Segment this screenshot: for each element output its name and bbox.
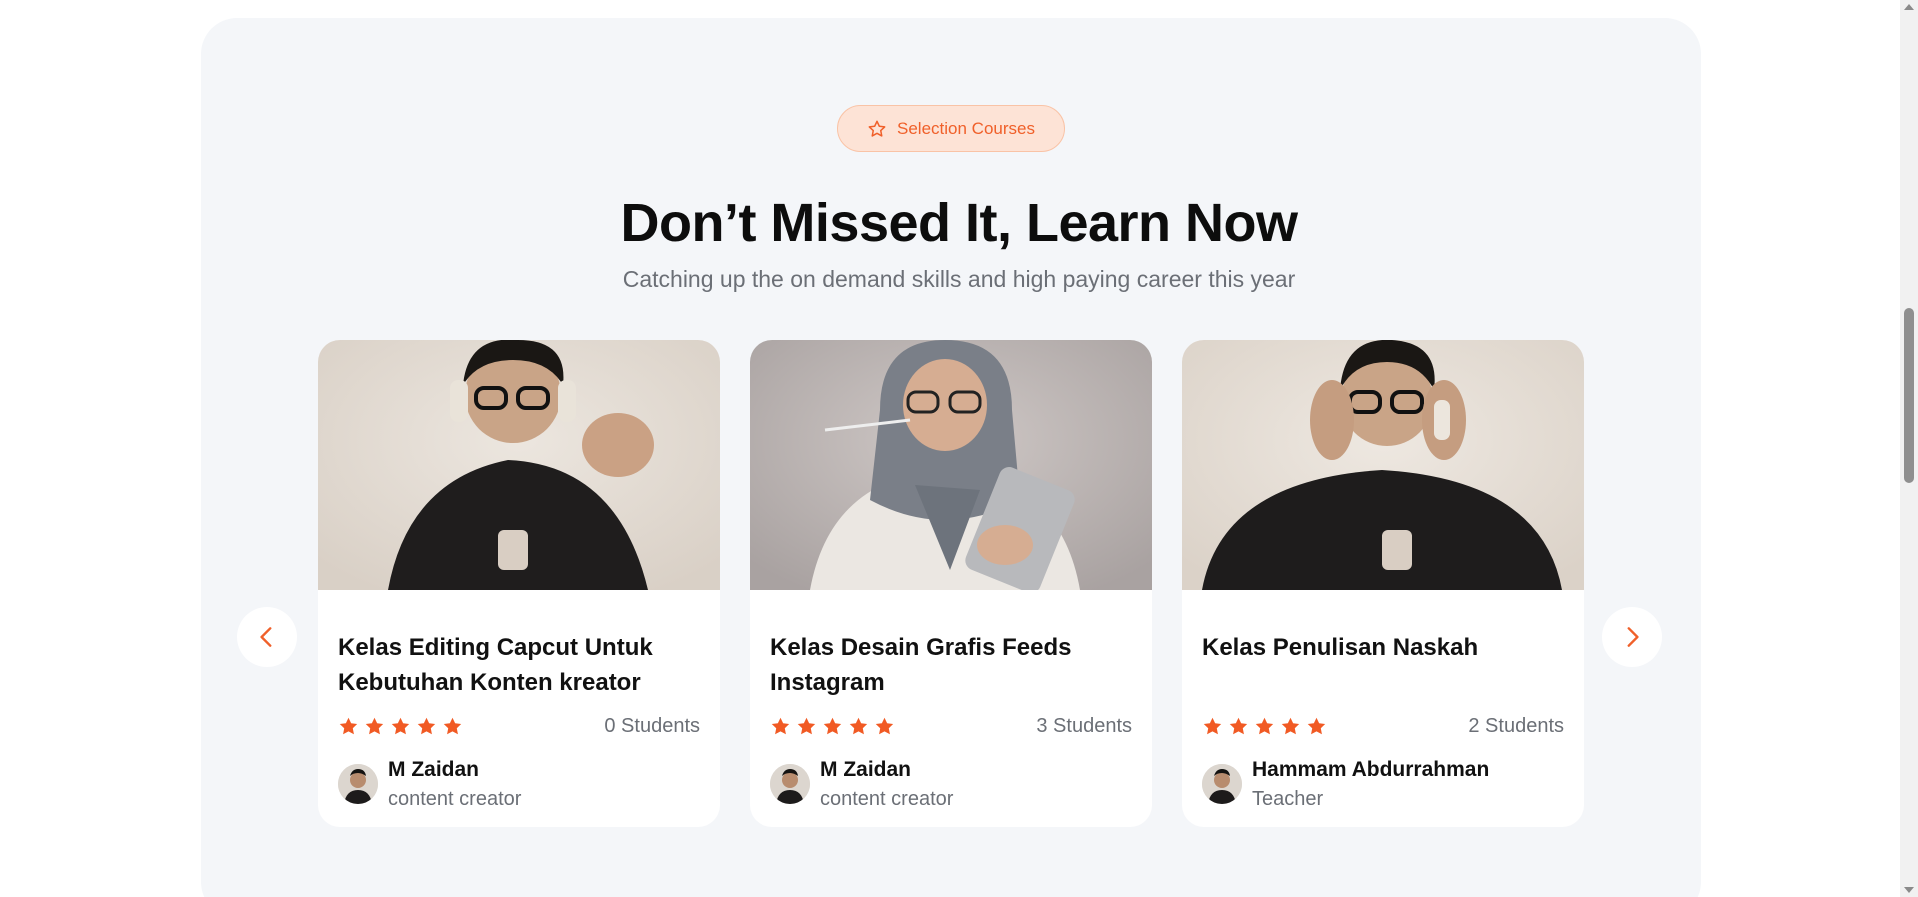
carousel-prev-button[interactable] xyxy=(237,607,297,667)
student-count: 0 Students xyxy=(604,715,700,737)
badge-label: Selection Courses xyxy=(897,118,1035,138)
carousel-next-button[interactable] xyxy=(1602,607,1662,667)
star-icon xyxy=(339,717,358,735)
star-icon xyxy=(365,717,384,735)
student-count: 2 Students xyxy=(1468,715,1564,737)
star-icon xyxy=(823,717,842,735)
course-title[interactable]: Kelas Desain Grafis Feeds Instagram xyxy=(770,630,1130,700)
scrollbar-thumb[interactable] xyxy=(1904,308,1914,483)
star-icon xyxy=(771,717,790,735)
author-role: content creator xyxy=(820,788,954,810)
course-title[interactable]: Kelas Penulisan Naskah xyxy=(1202,630,1562,665)
star-icon xyxy=(1203,717,1222,735)
chevron-left-icon xyxy=(260,627,272,647)
course-thumbnail xyxy=(1182,340,1584,590)
star-icon xyxy=(797,717,816,735)
section-title: Don’t Missed It, Learn Now xyxy=(620,193,1298,253)
avatar xyxy=(338,764,378,804)
star-icon xyxy=(1307,717,1326,735)
star-icon xyxy=(875,717,894,735)
avatar xyxy=(1202,764,1242,804)
course-card[interactable]: Kelas Penulisan Naskah 2 Students Hammam… xyxy=(1182,340,1584,827)
star-icon xyxy=(1255,717,1274,735)
avatar xyxy=(770,764,810,804)
author-name: M Zaidan xyxy=(388,758,480,781)
author-role: Teacher xyxy=(1252,788,1324,810)
scroll-down-arrow-icon[interactable] xyxy=(1904,887,1914,893)
rating-stars xyxy=(1202,716,1327,737)
author-name: Hammam Abdurrahman xyxy=(1252,758,1490,781)
course-card[interactable]: Kelas Editing Capcut Untuk Kebutuhan Kon… xyxy=(318,340,720,827)
star-icon xyxy=(417,717,436,735)
star-icon xyxy=(391,717,410,735)
author-role: content creator xyxy=(388,788,522,810)
rating-stars xyxy=(338,716,463,737)
course-thumbnail xyxy=(750,340,1152,590)
chevron-right-icon xyxy=(1627,627,1639,647)
course-card[interactable]: Kelas Desain Grafis Feeds Instagram 3 St… xyxy=(750,340,1152,827)
course-thumbnail xyxy=(318,340,720,590)
star-icon xyxy=(443,717,462,735)
star-icon xyxy=(1229,717,1248,735)
rating-stars xyxy=(770,716,895,737)
star-outline-icon xyxy=(868,120,886,137)
scroll-up-arrow-icon[interactable] xyxy=(1904,4,1914,10)
page-scrollbar[interactable] xyxy=(1900,0,1918,897)
student-count: 3 Students xyxy=(1036,715,1132,737)
author-name: M Zaidan xyxy=(820,758,912,781)
star-icon xyxy=(849,717,868,735)
section-subtitle: Catching up the on demand skills and hig… xyxy=(622,266,1296,292)
course-title[interactable]: Kelas Editing Capcut Untuk Kebutuhan Kon… xyxy=(338,630,698,700)
section-badge: Selection Courses xyxy=(837,105,1065,152)
star-icon xyxy=(1281,717,1300,735)
